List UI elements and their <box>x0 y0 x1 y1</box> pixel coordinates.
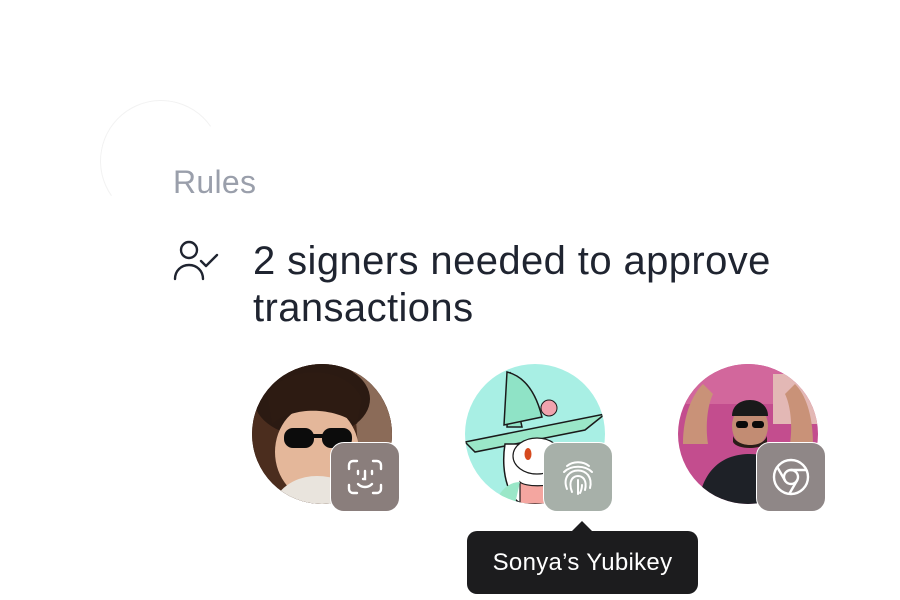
rules-panel: Rules 2 signers needed to approve transa… <box>0 0 900 600</box>
face-id-icon <box>347 459 383 495</box>
section-title: Rules <box>173 164 257 200</box>
signer-1[interactable] <box>252 364 402 514</box>
signer-3[interactable] <box>678 364 828 514</box>
chrome-badge <box>756 442 826 512</box>
face-id-badge <box>330 442 400 512</box>
chrome-icon <box>772 458 810 496</box>
fingerprint-badge <box>543 442 613 512</box>
decorative-arc <box>90 90 232 232</box>
fingerprint-icon <box>563 461 593 495</box>
signer-2[interactable] <box>465 364 615 514</box>
rule-description: 2 signers needed to approve transactions <box>253 239 771 330</box>
signer-tooltip: Sonya’s Yubikey <box>467 521 698 594</box>
user-check-icon <box>172 238 220 286</box>
